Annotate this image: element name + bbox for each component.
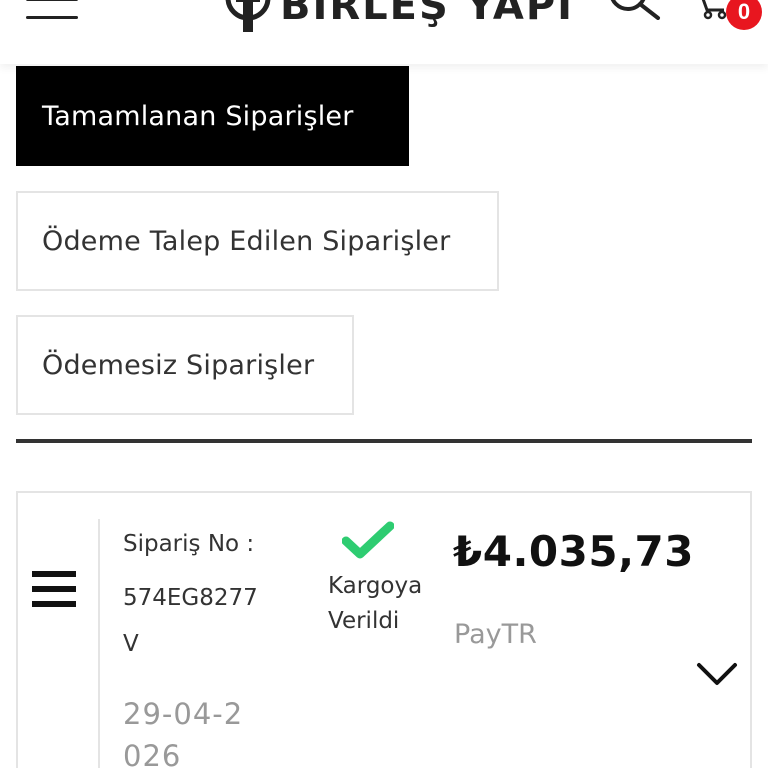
order-menu-icon[interactable] bbox=[32, 571, 76, 611]
section-divider bbox=[16, 439, 752, 443]
order-status: Kargoya Verildi bbox=[328, 573, 423, 634]
order-number-label: Sipariş No : bbox=[123, 531, 255, 557]
brand-logo[interactable]: BIRLEŞ YAPI bbox=[222, 0, 574, 34]
tab-completed-orders[interactable]: Tamamlanan Siparişler bbox=[16, 66, 409, 166]
app-header: BIRLEŞ YAPI 0 bbox=[0, 0, 768, 64]
shopping-cart-icon[interactable] bbox=[694, 0, 730, 20]
chevron-down-icon[interactable] bbox=[696, 661, 738, 687]
hamburger-menu-icon[interactable] bbox=[26, 0, 78, 22]
cart-count-badge[interactable]: 0 bbox=[726, 0, 762, 30]
search-icon[interactable] bbox=[606, 0, 662, 20]
card-separator bbox=[98, 519, 100, 768]
order-date: 29-04-2026 bbox=[123, 697, 244, 768]
order-total-price: ₺4.035,73 bbox=[453, 527, 694, 576]
order-number: 574EG8277V bbox=[123, 585, 258, 657]
logo-text: BIRLEŞ YAPI bbox=[280, 0, 575, 29]
logo-mark-icon bbox=[225, 0, 271, 32]
payment-method: PayTR bbox=[454, 619, 537, 650]
order-card: Sipariş No : 574EG8277V 29-04-2026 Kargo… bbox=[16, 491, 752, 768]
tab-payment-requested-orders[interactable]: Ödeme Talep Edilen Siparişler bbox=[16, 191, 499, 291]
check-icon bbox=[342, 521, 394, 559]
tab-unpaid-orders[interactable]: Ödemesiz Siparişler bbox=[16, 315, 354, 415]
